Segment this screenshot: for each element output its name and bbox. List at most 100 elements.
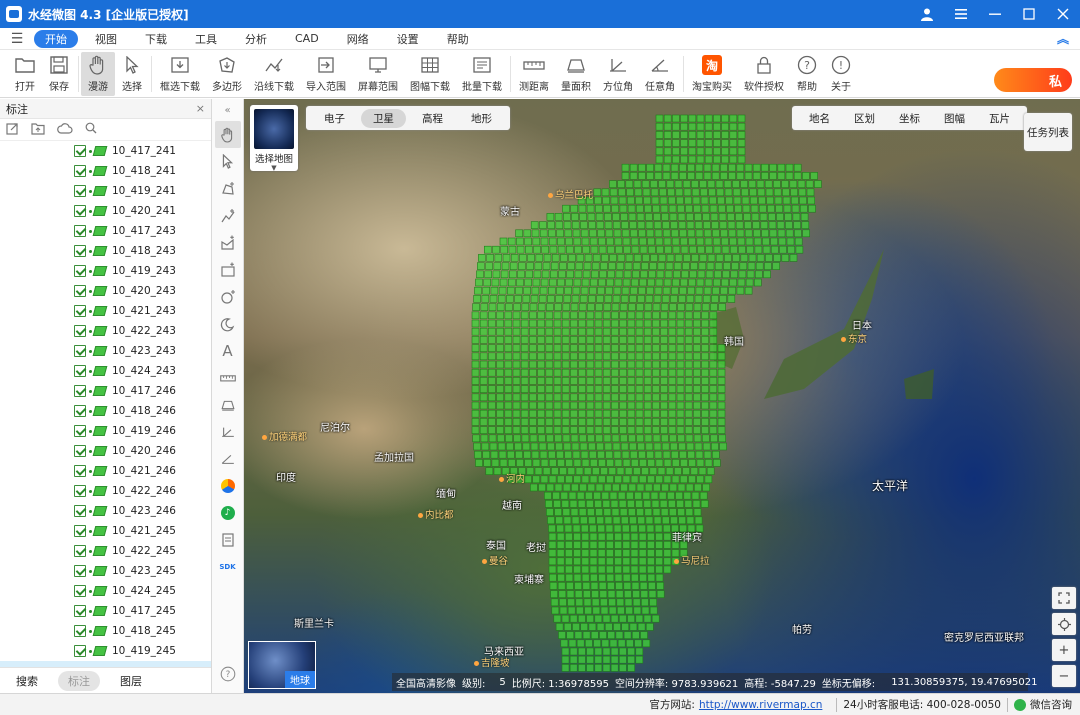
checkbox[interactable]: [74, 525, 86, 537]
minimize-icon[interactable]: [978, 0, 1012, 28]
about-button[interactable]: ! 关于: [824, 52, 858, 96]
wechat-consult-link[interactable]: 微信咨询: [1030, 697, 1072, 712]
checkbox[interactable]: [74, 405, 86, 417]
polygon-download-button[interactable]: 多边形: [206, 52, 248, 96]
tab-layers[interactable]: 图层: [110, 671, 152, 691]
checkbox[interactable]: [74, 505, 86, 517]
annotation-item[interactable]: 10_417_245: [0, 601, 211, 621]
menu-item-analysis[interactable]: 分析: [234, 30, 278, 48]
search-icon[interactable]: [85, 122, 97, 137]
checkbox[interactable]: [74, 545, 86, 557]
close-icon[interactable]: [1046, 0, 1080, 28]
user-icon[interactable]: [910, 0, 944, 28]
annotation-item[interactable]: 10_422_245: [0, 541, 211, 561]
annotation-item[interactable]: 10_418_245: [0, 621, 211, 641]
add-text-icon[interactable]: A: [215, 337, 241, 364]
annotation-item[interactable]: 10_423_246: [0, 501, 211, 521]
annotation-item[interactable]: 10_417_241: [0, 141, 211, 161]
add-rectangle-icon[interactable]: [215, 256, 241, 283]
sheet-download-button[interactable]: 图幅下载: [404, 52, 456, 96]
annotation-item[interactable]: 10_422_243: [0, 321, 211, 341]
maximize-icon[interactable]: [1012, 0, 1046, 28]
plugin-green-icon[interactable]: ♪: [215, 499, 241, 526]
map-type-terrain[interactable]: 地形: [459, 109, 504, 128]
overlay-tiles[interactable]: 瓦片: [978, 109, 1021, 128]
annotation-item[interactable]: 10_424_243: [0, 361, 211, 381]
collapse-panel-icon[interactable]: «: [215, 99, 241, 121]
map-type-satellite[interactable]: 卫星: [361, 108, 406, 128]
checkbox[interactable]: [74, 605, 86, 617]
measure-area-button[interactable]: 量面积: [555, 52, 597, 96]
checkbox[interactable]: [74, 445, 86, 457]
map-view[interactable]: 蒙古 乌兰巴托 韩国 日本 东京 尼泊尔 加德满都 印度 孟加拉国 缅甸 内比都 老挝 泰国 曼谷 柬埔寨菲…: [244, 99, 1080, 693]
locate-icon[interactable]: [1052, 613, 1076, 635]
checkbox[interactable]: [74, 365, 86, 377]
screen-range-button[interactable]: 屏幕范围: [352, 52, 404, 96]
annotation-item[interactable]: 10_423_243: [0, 341, 211, 361]
measure-distance-button[interactable]: 测距离: [513, 52, 555, 96]
annotation-item[interactable]: 10_419_245: [0, 641, 211, 661]
checkbox[interactable]: [74, 645, 86, 657]
annotation-item[interactable]: 10_417_243: [0, 221, 211, 241]
open-folder-icon[interactable]: [31, 122, 45, 138]
basemap-selector[interactable]: 选择地图 ▼: [250, 105, 298, 172]
menu-item-network[interactable]: 网络: [336, 30, 380, 48]
annotation-item[interactable]: 10_420_243: [0, 281, 211, 301]
checkbox[interactable]: [74, 245, 86, 257]
menu-item-cad[interactable]: CAD: [284, 31, 330, 46]
select-button[interactable]: 选择: [115, 52, 149, 96]
box-download-button[interactable]: 框选下载: [154, 52, 206, 96]
checkbox[interactable]: [74, 465, 86, 477]
annotation-item[interactable]: 10_419_241: [0, 181, 211, 201]
document-icon[interactable]: [215, 526, 241, 553]
collapse-ribbon-icon[interactable]: ︽: [1046, 30, 1080, 47]
hand-icon[interactable]: [214, 121, 241, 148]
checkbox[interactable]: [74, 565, 86, 577]
annotation-item[interactable]: 10_420_246: [0, 441, 211, 461]
overlay-coordinates[interactable]: 坐标: [888, 109, 931, 128]
taobao-buy-button[interactable]: 淘 淘宝购买: [686, 52, 738, 96]
any-angle-button[interactable]: 任意角: [639, 52, 681, 96]
checkbox[interactable]: [74, 185, 86, 197]
plugin-color-icon[interactable]: [215, 472, 241, 499]
menu-item-download[interactable]: 下载: [134, 30, 178, 48]
overlay-sheets[interactable]: 图幅: [933, 109, 976, 128]
site-link[interactable]: http://www.rivermap.cn: [699, 699, 822, 711]
map-type-vector[interactable]: 电子: [312, 109, 357, 128]
annotation-item[interactable]: 10_417_246: [0, 381, 211, 401]
overlay-placenames[interactable]: 地名: [798, 109, 841, 128]
menu-item-help[interactable]: 帮助: [436, 30, 480, 48]
zoom-in-icon[interactable]: +: [1052, 639, 1076, 661]
open-button[interactable]: 打开: [8, 52, 42, 96]
annotation-item[interactable]: 10_421_245: [0, 521, 211, 541]
map-type-elevation[interactable]: 高程: [410, 109, 455, 128]
checkbox[interactable]: [74, 425, 86, 437]
help-icon[interactable]: ?: [215, 660, 241, 687]
annotation-item[interactable]: 10_424_245: [0, 581, 211, 601]
tab-search[interactable]: 搜索: [6, 671, 48, 691]
menu-item-tools[interactable]: 工具: [184, 30, 228, 48]
add-arc-icon[interactable]: [215, 310, 241, 337]
overlay-divisions[interactable]: 区划: [843, 109, 886, 128]
batch-download-button[interactable]: 批量下载: [456, 52, 508, 96]
export-icon[interactable]: [6, 122, 19, 138]
checkbox[interactable]: [74, 385, 86, 397]
earth-view-button[interactable]: 地球: [248, 641, 316, 689]
annotation-item[interactable]: 10_420_241: [0, 201, 211, 221]
add-polygon-icon[interactable]: [215, 229, 241, 256]
annotation-item[interactable]: 10_419_246: [0, 421, 211, 441]
task-list-button[interactable]: 任务列表: [1024, 113, 1072, 151]
cloud-icon[interactable]: [57, 122, 73, 137]
checkbox[interactable]: [74, 585, 86, 597]
import-range-button[interactable]: 导入范围: [300, 52, 352, 96]
private-deploy-button[interactable]: 私: [994, 68, 1072, 92]
angle-icon[interactable]: [215, 445, 241, 472]
sdk-icon[interactable]: SDK: [215, 553, 241, 580]
azimuth-icon[interactable]: [215, 418, 241, 445]
menu-icon[interactable]: [944, 0, 978, 28]
annotation-item[interactable]: 10_421_243: [0, 301, 211, 321]
checkbox[interactable]: [74, 265, 86, 277]
checkbox[interactable]: [74, 165, 86, 177]
annotation-item[interactable]: 10_418_243: [0, 241, 211, 261]
fullscreen-icon[interactable]: [1052, 587, 1076, 609]
